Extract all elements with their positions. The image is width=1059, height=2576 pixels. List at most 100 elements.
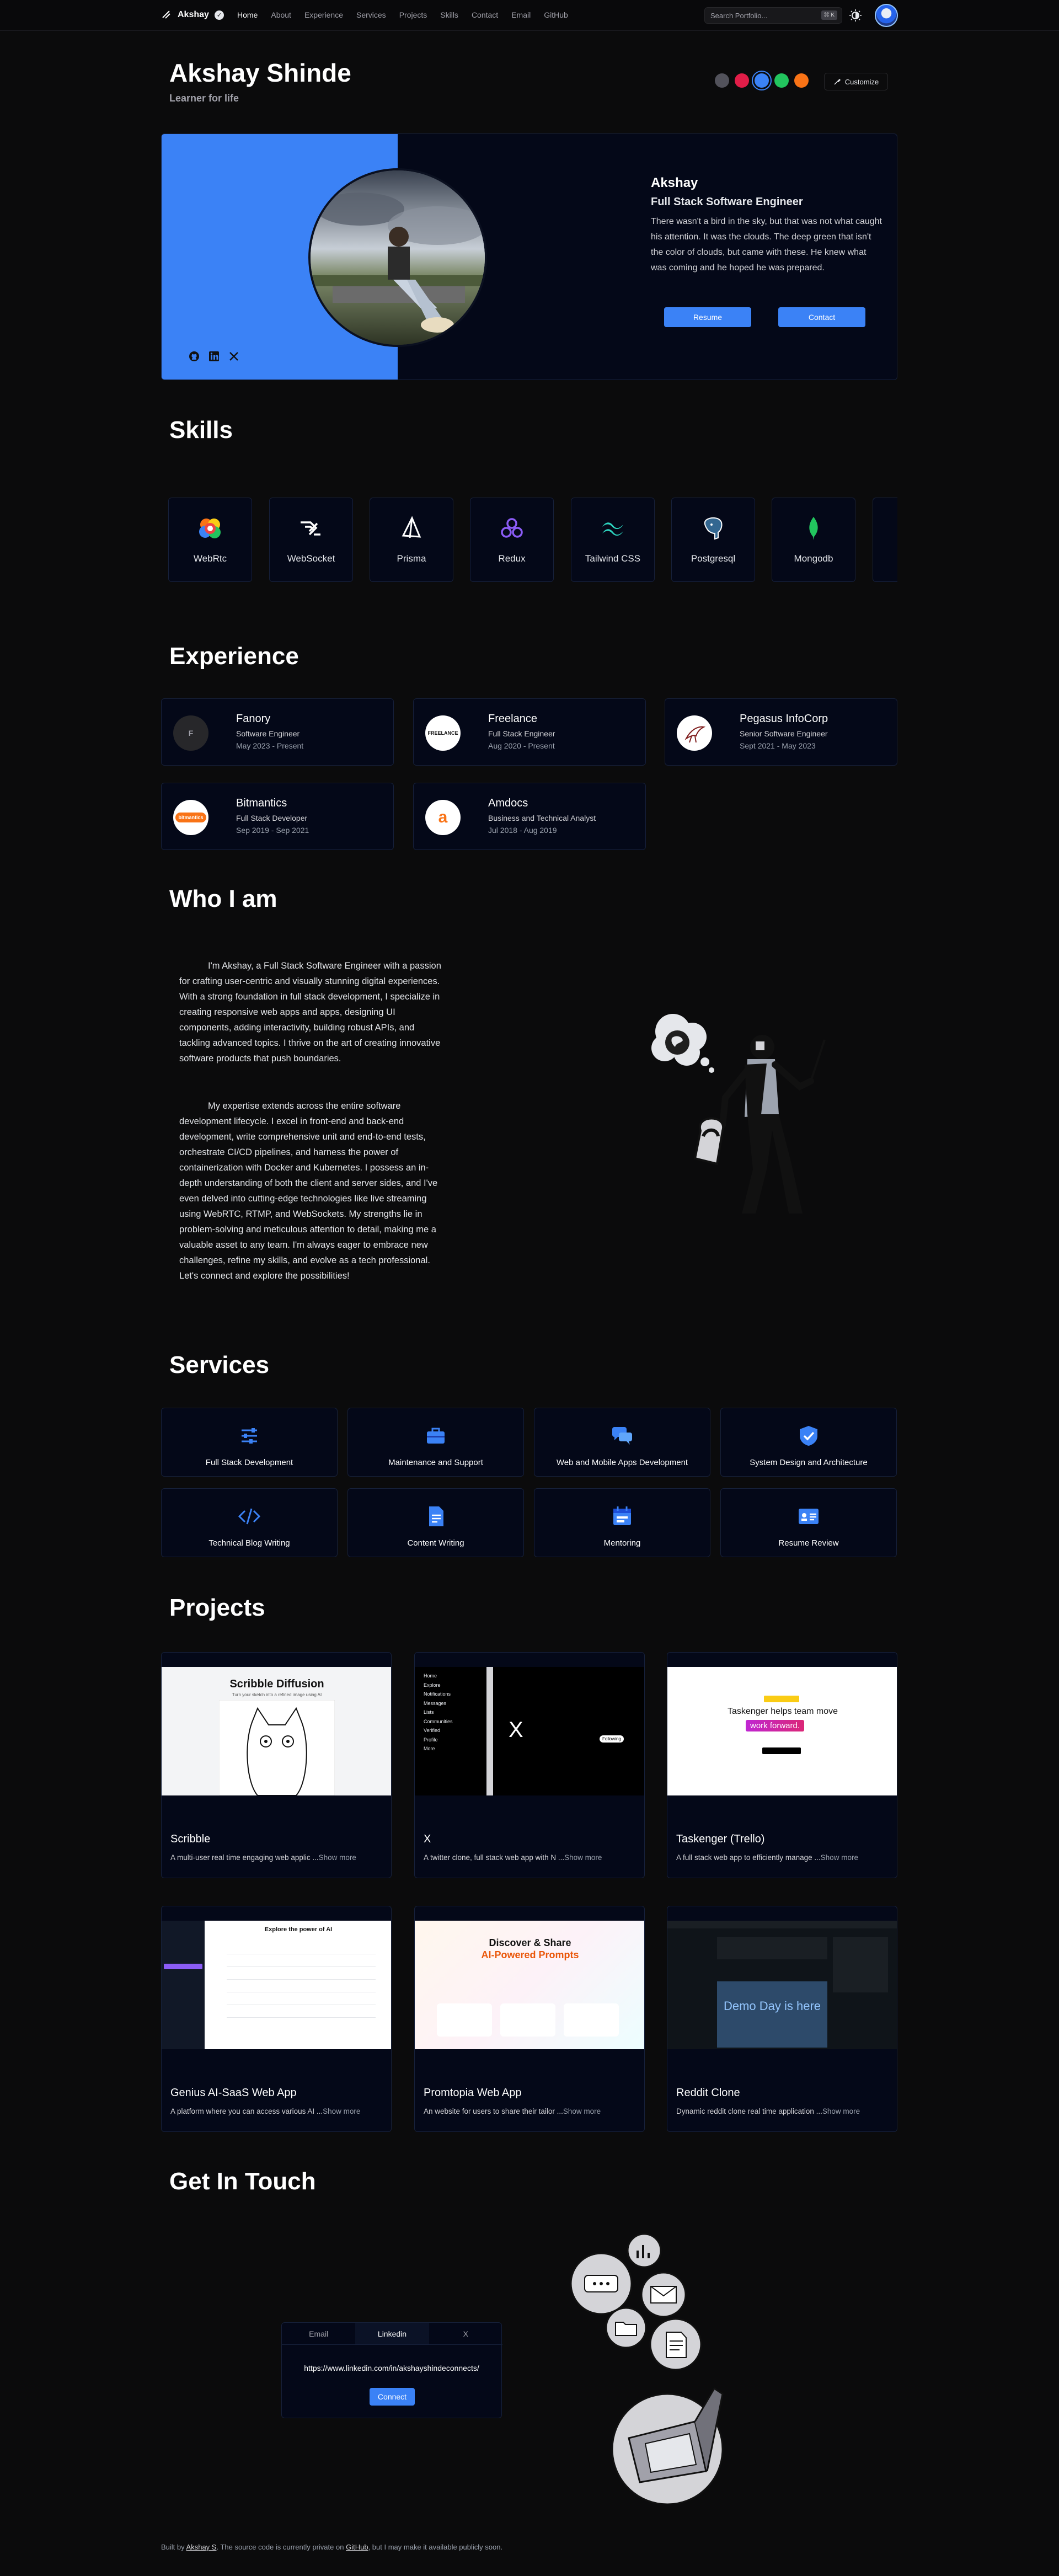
project-card-genius[interactable]: Explore the power of AI Genius AI-SaaS W… <box>161 1906 392 2132</box>
top-navbar: Akshay ✓ Home About Experience Services … <box>0 0 1059 31</box>
about-paragraph-1: I'm Akshay, a Full Stack Software Engine… <box>179 961 441 1063</box>
project-title: X <box>424 1833 431 1845</box>
company-logo: bitmantics <box>173 800 208 835</box>
show-more-link[interactable]: Show more <box>323 2107 360 2115</box>
project-card-scribble[interactable]: Scribble Diffusion Turn your sketch into… <box>161 1652 392 1878</box>
contact-url[interactable]: https://www.linkedin.com/in/akshayshinde… <box>282 2364 501 2372</box>
user-avatar[interactable] <box>875 4 898 27</box>
shot-highlight: AI-Powered Prompts <box>481 1949 579 1960</box>
toolbox-icon <box>427 1428 445 1444</box>
postgresql-icon <box>699 515 727 542</box>
chat-bubble-icon <box>570 2252 633 2315</box>
project-screenshot: Home Explore Notifications Messages List… <box>415 1667 644 1795</box>
customize-button[interactable]: Customize <box>824 73 888 90</box>
service-card-resume-review: Resume Review <box>720 1488 897 1557</box>
swatch-green[interactable] <box>774 73 789 88</box>
tab-linkedin[interactable]: Linkedin <box>355 2323 429 2344</box>
project-screenshot: Demo Day is here <box>667 1921 897 2049</box>
logo-icon <box>162 10 170 19</box>
tab-email[interactable]: Email <box>282 2323 355 2344</box>
sliders-icon <box>242 1428 257 1444</box>
hero-bio: There wasn't a bird in the sky, but that… <box>651 217 882 272</box>
project-title: Reddit Clone <box>676 2087 740 2099</box>
company-dates: Sept 2021 - May 2023 <box>740 741 816 750</box>
theme-toggle-icon[interactable] <box>848 8 863 23</box>
swatch-zinc[interactable] <box>715 73 729 88</box>
nav-link-about[interactable]: About <box>271 10 291 19</box>
prisma-icon <box>398 515 425 542</box>
project-card-reddit[interactable]: Demo Day is here Reddit Clone Dynamic re… <box>667 1906 897 2132</box>
company-name: Amdocs <box>488 797 528 809</box>
profile-photo <box>308 168 487 347</box>
swatch-rose[interactable] <box>735 73 749 88</box>
company-logo: F <box>173 715 208 751</box>
show-more-link[interactable]: Show more <box>564 1853 602 1862</box>
nav-link-home[interactable]: Home <box>237 10 258 19</box>
company-role: Full Stack Engineer <box>488 729 555 738</box>
company-dates: Jul 2018 - Aug 2019 <box>488 826 557 835</box>
footer-author-link[interactable]: Akshay S <box>186 2543 217 2551</box>
skill-label: WebSocket <box>287 553 335 564</box>
nav-link-projects[interactable]: Projects <box>399 10 427 19</box>
skill-card-mongodb: Mongodb <box>772 498 855 582</box>
nav-link-github[interactable]: GitHub <box>544 10 568 19</box>
social-links <box>188 350 240 362</box>
mongodb-icon <box>800 515 827 542</box>
nav-link-contact[interactable]: Contact <box>472 10 498 19</box>
linkedin-icon[interactable] <box>208 350 220 362</box>
shot-follow-button: Following <box>600 1735 624 1743</box>
search-input[interactable]: Search Portfolio... ⌘ K <box>704 7 842 24</box>
contact-illustration <box>570 2233 724 2504</box>
shot-title: Explore the power of AI <box>264 1926 333 1933</box>
swatch-blue[interactable] <box>752 71 772 90</box>
skill-label: Prisma <box>397 553 426 564</box>
connect-button[interactable]: Connect <box>370 2388 415 2406</box>
github-icon[interactable] <box>188 350 200 362</box>
brand-name: Akshay <box>178 10 209 19</box>
code-icon <box>238 1508 261 1525</box>
show-more-link[interactable]: Show more <box>821 1853 858 1862</box>
theme-swatches <box>715 71 809 90</box>
project-description: A twitter clone, full stack web app with… <box>424 1853 602 1862</box>
shot-menu-item: Verified <box>424 1728 441 1733</box>
footer-middle: . The source code is currently private o… <box>216 2543 344 2551</box>
shot-menu-item: Notifications <box>424 1691 451 1697</box>
show-more-link[interactable]: Show more <box>563 2107 601 2115</box>
project-card-promtopia[interactable]: Discover & Share AI-Powered Prompts Prom… <box>414 1906 645 2132</box>
tab-x[interactable]: X <box>429 2323 502 2344</box>
swatch-orange[interactable] <box>794 73 809 88</box>
mail-bubble-icon <box>640 2272 687 2318</box>
x-twitter-icon[interactable] <box>228 350 240 362</box>
shot-x-logo: X <box>509 1718 523 1742</box>
verified-icon: ✓ <box>214 10 224 20</box>
project-card-taskenger[interactable]: Taskenger helps team move work forward. … <box>667 1652 897 1878</box>
service-card-full-stack: Full Stack Development <box>161 1408 338 1477</box>
contact-button[interactable]: Contact <box>778 307 865 327</box>
project-title: Taskenger (Trello) <box>676 1833 765 1845</box>
nav-link-services[interactable]: Services <box>356 10 386 19</box>
skill-label: Redux <box>498 553 526 564</box>
project-screenshot: Taskenger helps team move work forward. <box>667 1667 897 1795</box>
nav-link-skills[interactable]: Skills <box>440 10 458 19</box>
hero-role: Full Stack Software Engineer <box>651 196 803 208</box>
skill-card-tailwind: Tailwind CSS <box>571 498 655 582</box>
skill-label: Tailwind CSS <box>585 553 641 564</box>
document-bubble-icon <box>649 2318 702 2371</box>
company-role: Full Stack Developer <box>236 814 308 822</box>
hero-title: Akshay Shinde <box>169 58 351 87</box>
nav-link-email[interactable]: Email <box>511 10 531 19</box>
about-paragraph-2: My expertise extends across the entire s… <box>179 1101 438 1281</box>
footer-github-link[interactable]: GitHub <box>346 2543 368 2551</box>
project-screenshot: Discover & Share AI-Powered Prompts <box>415 1921 644 2049</box>
project-description: A full stack web app to efficiently mana… <box>676 1853 858 1862</box>
project-card-x[interactable]: Home Explore Notifications Messages List… <box>414 1652 645 1878</box>
service-label: System Design and Architecture <box>750 1458 868 1467</box>
service-card-mentoring: Mentoring <box>534 1488 710 1557</box>
search-placeholder: Search Portfolio... <box>710 12 768 20</box>
show-more-link[interactable]: Show more <box>319 1853 356 1862</box>
show-more-link[interactable]: Show more <box>822 2107 860 2115</box>
resume-button[interactable]: Resume <box>664 307 751 327</box>
brand[interactable]: Akshay ✓ <box>161 9 224 20</box>
chart-bubble-icon <box>627 2233 662 2268</box>
nav-link-experience[interactable]: Experience <box>304 10 343 19</box>
